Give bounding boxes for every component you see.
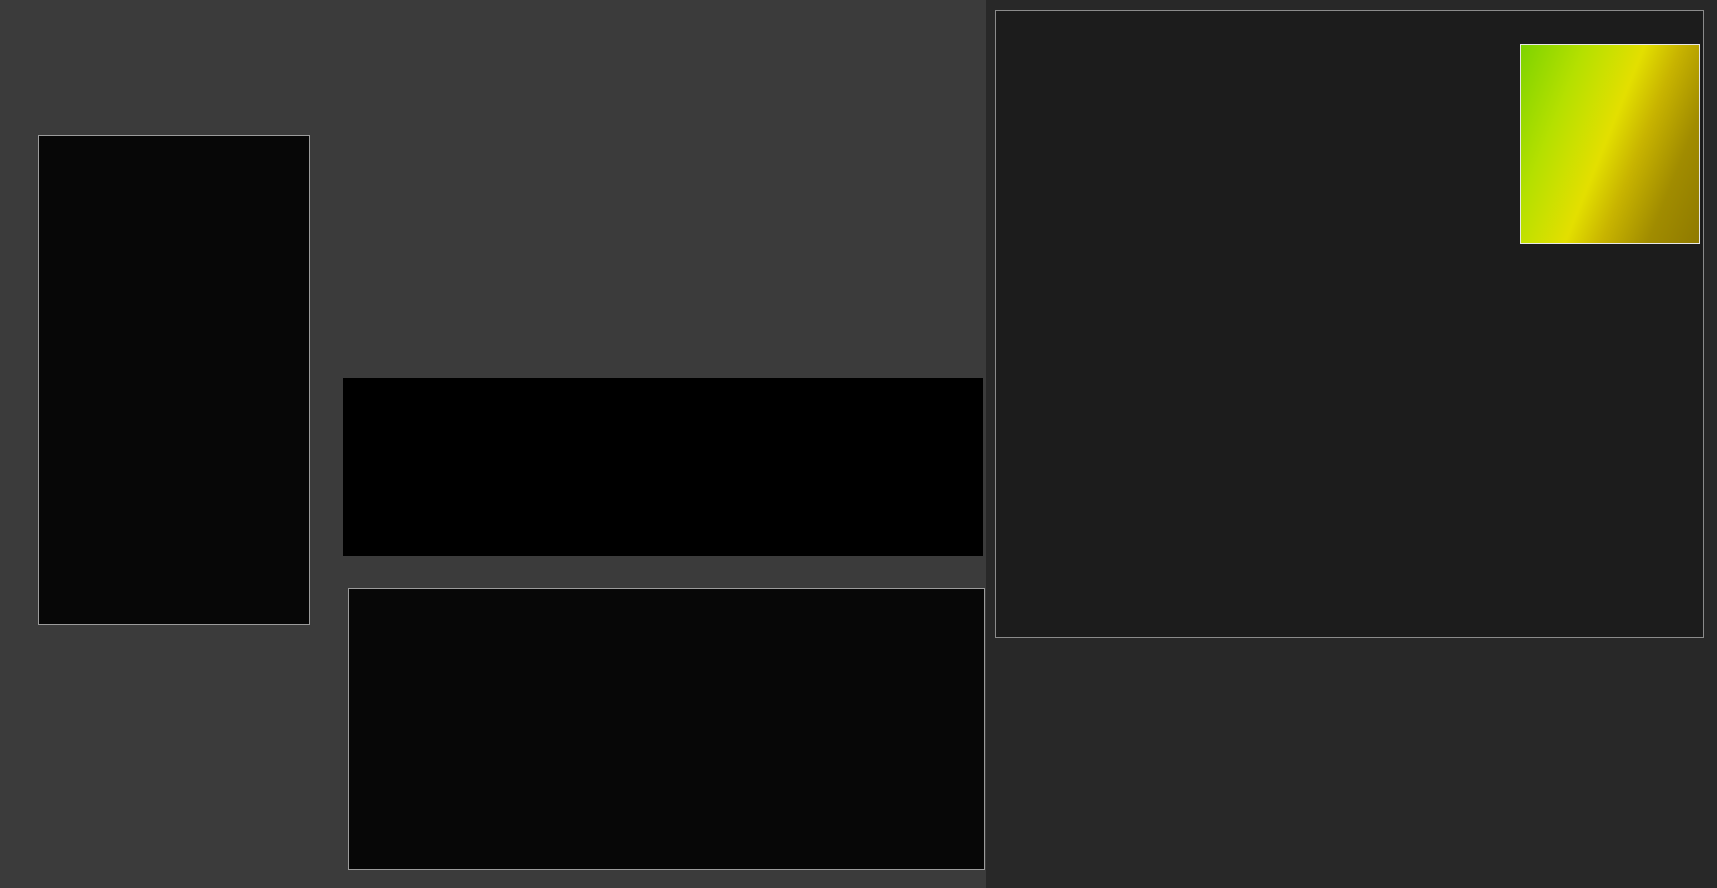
color-swatch-panel [343,378,983,556]
cie-zoom-inset [1520,44,1700,244]
saturation-sweeps-page [0,0,1717,888]
cie-chromaticity-canvas [1042,25,1342,175]
cie-1931-panel [995,10,1704,638]
deltae-chart [348,588,985,870]
rgb-balance-chart [38,135,310,625]
